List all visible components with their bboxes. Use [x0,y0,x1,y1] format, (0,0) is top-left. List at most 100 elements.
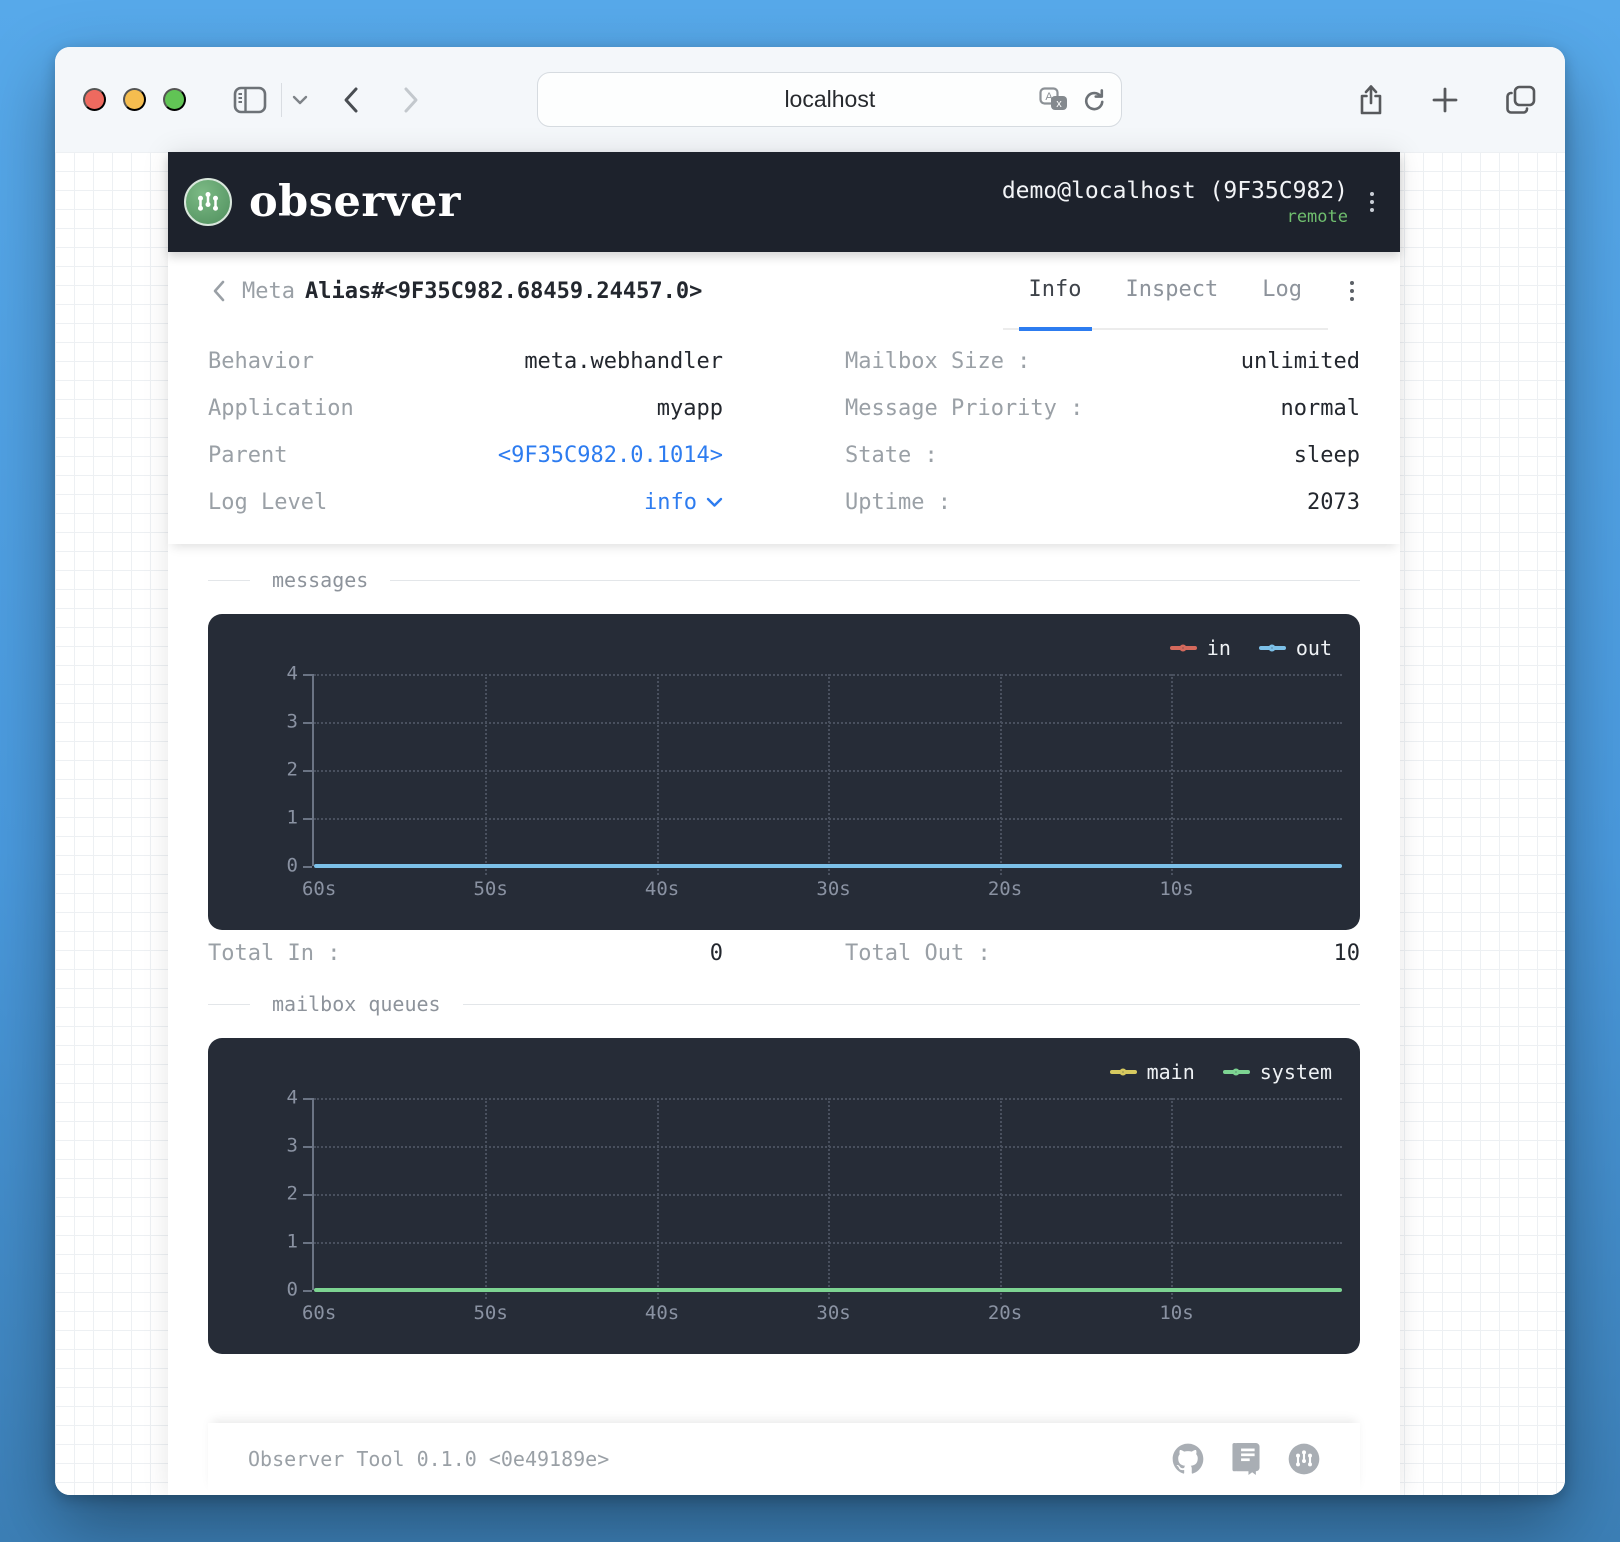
observer-site-link[interactable] [1288,1443,1320,1475]
new-tab-button[interactable] [1431,86,1459,114]
y-tick: 4 [287,663,298,685]
field-behavior: Behavior meta.webhandler [208,338,723,385]
main-content: messages in out [168,544,1400,1495]
version-text: Observer Tool 0.1.0 <0e49189e> [248,1447,609,1471]
reload-button[interactable] [1081,87,1107,113]
field-state: State : sleep [845,432,1360,479]
tab-menu-button[interactable] [1344,275,1360,307]
x-tick: 50s [473,1302,507,1324]
tab-overview-button[interactable] [1505,85,1537,115]
y-tick: 0 [287,855,298,877]
y-tick: 3 [287,711,298,733]
breadcrumb-back-button[interactable] [208,276,230,306]
y-tick: 3 [287,1135,298,1157]
docs-link[interactable] [1232,1443,1260,1475]
tab-overview-icon [1505,85,1537,115]
series-line-out [314,864,1342,868]
breadcrumb-section: Meta [242,279,295,304]
legend-item-system[interactable]: system [1223,1060,1332,1084]
x-tick: 60s [302,1302,336,1324]
field-message-priority: Message Priority : normal [845,385,1360,432]
messages-chart: in out [208,614,1360,930]
page-background: observer demo@localhost (9F35C982) remot… [55,152,1565,1495]
section-messages: messages [208,568,1360,592]
forward-icon [402,86,420,114]
y-tick: 1 [287,1231,298,1253]
address-bar-url: localhost [538,86,1121,113]
y-tick: 1 [287,807,298,829]
tab-inspect[interactable]: Inspect [1116,252,1229,331]
header-menu-button[interactable] [1364,186,1380,218]
chevron-down-icon [706,497,723,508]
totals-row: Total In : 0 Total Out : 10 [208,930,1360,976]
chevron-down-icon [292,95,308,105]
docs-icon [1232,1443,1260,1475]
total-in: Total In : 0 [208,930,723,976]
observer-logo [184,178,232,226]
kebab-menu-icon [1370,192,1374,196]
sidebar-toggle-button[interactable] [233,86,267,114]
mailbox-queues-chart: main system [208,1038,1360,1354]
desktop: { "browser": { "url": "localhost" }, "he… [0,0,1620,1542]
translate-icon: A x [1039,87,1069,113]
x-tick: 20s [988,878,1022,900]
field-application: Application myapp [208,385,723,432]
parent-pid-link[interactable]: <9F35C982.0.1014> [498,443,723,468]
traffic-light-minimize[interactable] [123,88,146,111]
app-footer: Observer Tool 0.1.0 <0e49189e> [208,1423,1360,1495]
app-header: observer demo@localhost (9F35C982) remot… [168,152,1400,252]
x-tick: 10s [1159,1302,1193,1324]
x-tick: 50s [473,878,507,900]
observer-footer-icon [1288,1443,1320,1475]
observer-app: observer demo@localhost (9F35C982) remot… [168,152,1400,1495]
connection-badge: remote [1002,207,1348,227]
plus-icon [1431,86,1459,114]
y-tick: 0 [287,1279,298,1301]
x-tick: 30s [816,878,850,900]
field-mailbox-size: Mailbox Size : unlimited [845,338,1360,385]
back-icon [342,86,360,114]
x-tick: 20s [988,1302,1022,1324]
github-link[interactable] [1172,1443,1204,1475]
tab-log[interactable]: Log [1252,252,1312,331]
kebab-menu-icon [1350,281,1354,285]
traffic-light-zoom[interactable] [163,88,186,111]
sidebar-dropdown-button[interactable] [292,95,308,105]
share-button[interactable] [1357,83,1385,117]
legend-item-out[interactable]: out [1259,636,1332,660]
process-title: Alias#<9F35C982.68459.24457.0> [305,279,702,304]
x-tick: 40s [645,1302,679,1324]
legend-item-main[interactable]: main [1110,1060,1195,1084]
tab-bar: Info Inspect Log [1003,252,1328,330]
section-title: mailbox queues [272,992,441,1016]
chart-legend: main system [1110,1060,1332,1084]
translate-button[interactable]: A x [1039,87,1069,113]
x-tick: 60s [302,878,336,900]
reload-icon [1081,87,1107,113]
tab-info[interactable]: Info [1019,252,1092,331]
y-tick: 4 [287,1087,298,1109]
back-button[interactable] [342,86,360,114]
sidebar-icon [233,86,267,114]
chart-legend: in out [1170,636,1332,660]
section-mailbox-queues: mailbox queues [208,992,1360,1016]
github-icon [1172,1443,1204,1475]
traffic-light-close[interactable] [83,88,106,111]
log-level-dropdown[interactable]: info [644,490,723,515]
legend-item-in[interactable]: in [1170,636,1231,660]
plot-area: 4 3 2 1 0 60s 50s 40s 30s 20s 10s [312,674,1342,866]
info-grid: Behavior meta.webhandler Application mya… [208,330,1360,526]
info-panel: Meta Alias#<9F35C982.68459.24457.0> Info… [168,252,1400,544]
address-bar[interactable]: localhost A x [537,72,1122,127]
field-parent: Parent <9F35C982.0.1014> [208,432,723,479]
browser-toolbar: localhost A x [55,47,1565,152]
toolbar-divider [281,83,282,117]
x-tick: 10s [1159,878,1193,900]
svg-text:x: x [1057,98,1063,110]
share-icon [1357,83,1385,117]
forward-button[interactable] [402,86,420,114]
browser-window: localhost A x [55,47,1565,1495]
series-line-system [314,1288,1342,1292]
breadcrumb: Meta Alias#<9F35C982.68459.24457.0> Info… [208,252,1360,330]
x-tick: 30s [816,1302,850,1324]
